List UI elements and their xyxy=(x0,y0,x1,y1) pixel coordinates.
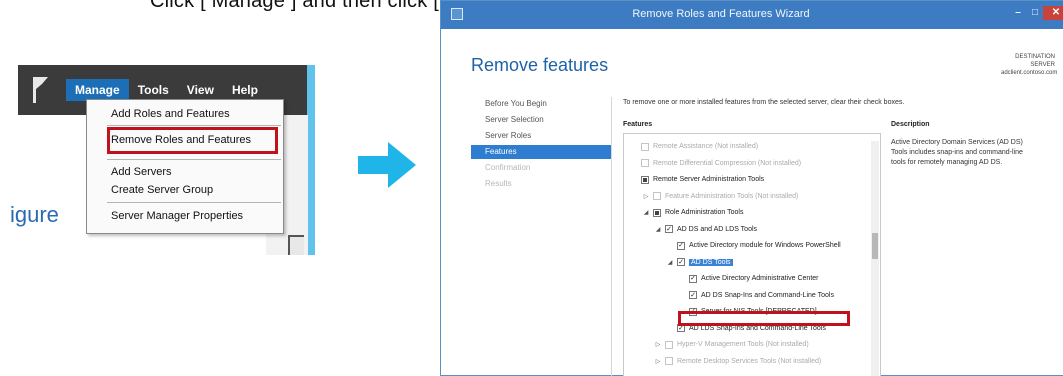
nav-item-confirmation: Confirmation xyxy=(485,163,531,172)
server-manager-panel: Manage Tools View Help igure Add Roles and … xyxy=(10,65,315,255)
nav-item-results: Results xyxy=(485,179,512,188)
tree-row[interactable]: Remote Assistance (Not installed) xyxy=(630,140,758,153)
checkbox[interactable]: ✓ xyxy=(677,258,685,266)
menu-tools[interactable]: Tools xyxy=(129,79,178,101)
manage-dropdown: Add Roles and Features Remove Roles and … xyxy=(86,99,284,234)
tree-row[interactable]: ◢ ✓ AD DS Tools xyxy=(666,256,733,269)
checkbox[interactable] xyxy=(641,159,649,167)
red-highlight-box xyxy=(107,127,278,154)
menu-item-add-roles[interactable]: Add Roles and Features xyxy=(111,108,230,120)
divider xyxy=(611,97,612,376)
expander-icon[interactable]: ◢ xyxy=(642,209,650,216)
tree-row[interactable]: ◢ Role Administration Tools xyxy=(642,206,743,219)
nav-item-before-you-begin[interactable]: Before You Begin xyxy=(471,97,611,111)
tree-row-label: AD DS and AD LDS Tools xyxy=(677,225,758,233)
menu-separator xyxy=(107,159,281,160)
tree-row[interactable]: Remote Server Administration Tools xyxy=(630,173,764,186)
title-bar[interactable]: Remove Roles and Features Wizard – □ ✕ xyxy=(441,1,1063,29)
expander-icon[interactable]: ◢ xyxy=(666,259,674,266)
tree-row[interactable]: ▷ Feature Administration Tools (Not insta… xyxy=(642,190,798,203)
destination-label: DESTINATION SERVER xyxy=(1015,54,1055,68)
tree-row[interactable]: ✓ AD DS Snap-Ins and Command-Line Tools xyxy=(678,289,834,302)
nav-item-server-roles[interactable]: Server Roles xyxy=(471,129,611,143)
scrollbar-thumb[interactable] xyxy=(872,233,878,259)
checkbox[interactable]: ✓ xyxy=(677,241,685,250)
features-header: Features xyxy=(623,121,653,128)
checkbox[interactable]: ✓ xyxy=(689,274,697,283)
wizard-nav: Before You Begin Server Selection Server R… xyxy=(471,97,611,193)
tree-row[interactable]: Remote Differential Compression (Not ins… xyxy=(630,157,801,170)
tree-row-label: Remote Assistance (Not installed) xyxy=(653,143,759,150)
expander-icon[interactable]: ◢ xyxy=(654,226,662,233)
configure-heading: igure xyxy=(10,202,59,227)
tree-row[interactable]: ◢ ✓ AD DS and AD LDS Tools xyxy=(654,223,757,236)
checkbox[interactable] xyxy=(665,357,673,365)
window-title: Remove Roles and Features Wizard xyxy=(632,8,810,20)
checkbox[interactable] xyxy=(641,142,649,151)
minimize-button[interactable]: – xyxy=(1009,6,1027,20)
menu-manage[interactable]: Manage xyxy=(66,79,129,101)
expander-icon[interactable]: ▷ xyxy=(654,341,662,348)
destination-server: DESTINATION SERVER adclient.contoso.com xyxy=(1001,53,1058,77)
checkbox[interactable] xyxy=(653,192,661,200)
page-title: Remove features xyxy=(471,55,609,75)
menu-separator xyxy=(107,202,281,203)
tree-row-label: Active Directory Administrative Center xyxy=(701,275,819,282)
remove-features-wizard: Remove Roles and Features Wizard – □ ✕ R… xyxy=(440,0,1063,376)
tree-row-label: Remote Desktop Services Tools (Not insta… xyxy=(677,357,822,365)
tree-row-label: Remote Differential Compression (Not ins… xyxy=(653,159,802,167)
checkbox[interactable]: ✓ xyxy=(689,291,697,299)
tree-row[interactable]: ▷ Hyper-V Management Tools (Not installed… xyxy=(654,338,809,351)
description-text: Active Directory Domain Services (AD DS)… xyxy=(891,139,1023,166)
instruction-text: To remove one or more installed features… xyxy=(623,99,905,106)
menu-help[interactable]: Help xyxy=(223,79,267,101)
tree-row-label: Remote Server Administration Tools xyxy=(653,176,765,183)
tree-row[interactable]: ✓ Active Directory Administrative Center xyxy=(678,272,818,285)
expander-icon[interactable]: ▷ xyxy=(642,193,650,200)
nav-item-server-selection[interactable]: Server Selection xyxy=(471,113,611,127)
tree-row-label: AD DS Tools xyxy=(689,258,733,266)
menu-item-server-manager-properties[interactable]: Server Manager Properties xyxy=(111,210,243,222)
menu-strip: Manage Tools View Help xyxy=(66,79,267,101)
description-header: Description xyxy=(891,121,930,128)
checkbox[interactable] xyxy=(641,175,649,184)
red-highlight-box xyxy=(678,311,850,326)
checkbox[interactable]: ✓ xyxy=(665,225,673,233)
features-tree[interactable]: Remote Assistance (Not installed) Remote … xyxy=(623,133,881,376)
menu-item-add-servers[interactable]: Add Servers xyxy=(111,166,172,178)
arrow-right-icon xyxy=(358,142,416,188)
tree-row-label: Role Administration Tools xyxy=(665,209,744,216)
menu-item-create-server-group[interactable]: Create Server Group xyxy=(111,184,213,196)
tree-row-label: Active Directory module for Windows Powe… xyxy=(689,242,841,249)
scrollbar[interactable] xyxy=(288,235,304,255)
checkbox[interactable] xyxy=(665,340,673,349)
maximize-button[interactable]: □ xyxy=(1026,6,1044,20)
tree-row[interactable]: ✓ Active Directory module for Windows Pow… xyxy=(666,239,841,252)
close-button[interactable]: ✕ xyxy=(1043,6,1063,20)
menu-view[interactable]: View xyxy=(178,79,223,101)
menu-separator xyxy=(107,125,281,126)
tree-row-label: AD DS Snap-Ins and Command-Line Tools xyxy=(701,291,834,299)
flag-icon[interactable] xyxy=(30,75,50,105)
tree-row-label: Hyper-V Management Tools (Not installed) xyxy=(677,341,809,348)
expander-icon[interactable]: ▷ xyxy=(654,358,662,365)
tree-row[interactable]: ▷ Remote Desktop Services Tools (Not inst… xyxy=(654,355,821,368)
checkbox[interactable] xyxy=(653,208,661,217)
window-edge xyxy=(307,65,315,255)
nav-item-features[interactable]: Features xyxy=(471,145,611,159)
destination-server-name: adclient.contoso.com xyxy=(1001,70,1058,76)
tree-row-label: Feature Administration Tools (Not instal… xyxy=(665,192,799,200)
